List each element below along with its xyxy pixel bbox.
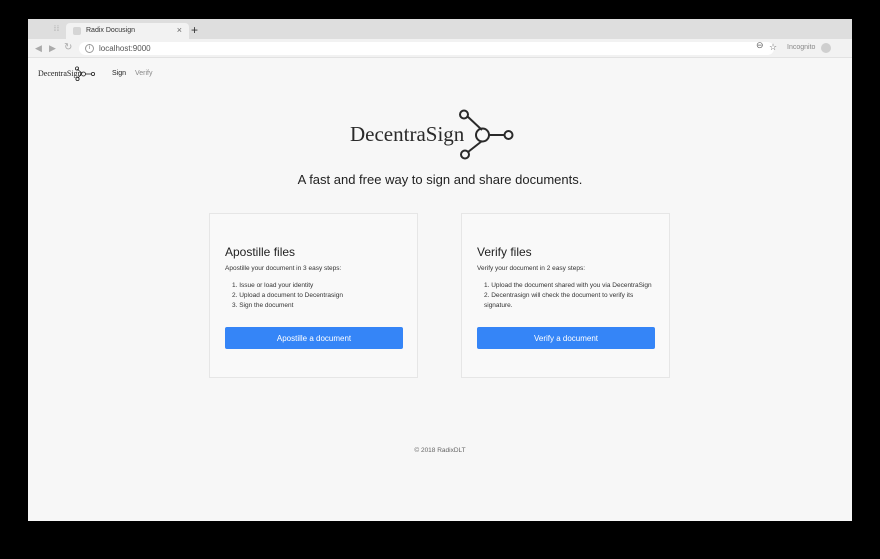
profile-label[interactable]: Incognito: [787, 44, 815, 51]
page-footer: © 2018 RadixDLT: [414, 447, 466, 454]
card-title: Apostille files: [225, 245, 296, 259]
zoom-icon[interactable]: ⊖: [756, 40, 764, 51]
list-item: 3. Sign the document: [232, 302, 294, 309]
network-logo-icon: [74, 66, 95, 81]
reload-icon[interactable]: ↻: [64, 42, 72, 53]
page-content: DecentraSign Sign Verify DecentraSign A …: [28, 59, 852, 521]
navbar-links: Sign Verify: [112, 70, 152, 77]
hero-logo-text: DecentraSign: [350, 122, 465, 146]
list-item: 2. Decentrasign will check the document …: [484, 292, 634, 309]
list-item: 1. Issue or load your identity: [232, 282, 314, 289]
arrow-left-icon[interactable]: ◀: [35, 43, 42, 54]
url-text[interactable]: localhost:9000: [99, 44, 151, 53]
apostille-card: Apostille files Apostille your document …: [209, 213, 418, 378]
info-icon[interactable]: i: [85, 44, 94, 53]
navbar-logo[interactable]: DecentraSign: [38, 66, 95, 81]
star-icon[interactable]: ☆: [769, 42, 777, 53]
tab-strip: ⁞⁞ Radix Docusign × +: [28, 19, 852, 39]
hero-logo: DecentraSign: [350, 109, 516, 161]
browser-tab[interactable]: Radix Docusign ×: [66, 23, 189, 39]
tab-title: Radix Docusign: [86, 27, 136, 34]
steps-list: 1. Issue or load your identity 2. Upload…: [232, 281, 407, 311]
nav-link-verify[interactable]: Verify: [135, 70, 153, 77]
new-tab-button[interactable]: +: [191, 23, 198, 37]
network-logo-icon: [459, 109, 514, 160]
steps-list: 1. Upload the document shared with you v…: [484, 281, 659, 311]
browser-window: ⁞⁞ Radix Docusign × + ◀ ▶ ↻ i localhost:…: [28, 19, 852, 521]
card-title: Verify files: [477, 245, 532, 259]
url-field[interactable]: i localhost:9000: [79, 42, 774, 55]
profile-avatar[interactable]: [821, 43, 831, 53]
card-description: Apostille your document in 3 easy steps:: [225, 265, 342, 272]
page-tagline: A fast and free way to sign and share do…: [297, 172, 583, 187]
window-controls[interactable]: ⁞⁞: [54, 26, 60, 33]
address-bar: ◀ ▶ ↻ i localhost:9000 ⊖ ☆ Incognito: [28, 39, 852, 58]
nav-link-sign[interactable]: Sign: [112, 70, 126, 77]
tab-close-icon[interactable]: ×: [177, 25, 182, 35]
verify-document-button[interactable]: Verify a document: [477, 327, 655, 349]
list-item: 2. Upload a document to Decentrasign: [232, 292, 343, 299]
list-item: 1. Upload the document shared with you v…: [484, 282, 652, 289]
arrow-right-icon[interactable]: ▶: [49, 43, 56, 54]
card-description: Verify your document in 2 easy steps:: [477, 265, 586, 272]
apostille-document-button[interactable]: Apostille a document: [225, 327, 403, 349]
verify-card: Verify files Verify your document in 2 e…: [461, 213, 670, 378]
tab-favicon-icon: [73, 27, 81, 35]
